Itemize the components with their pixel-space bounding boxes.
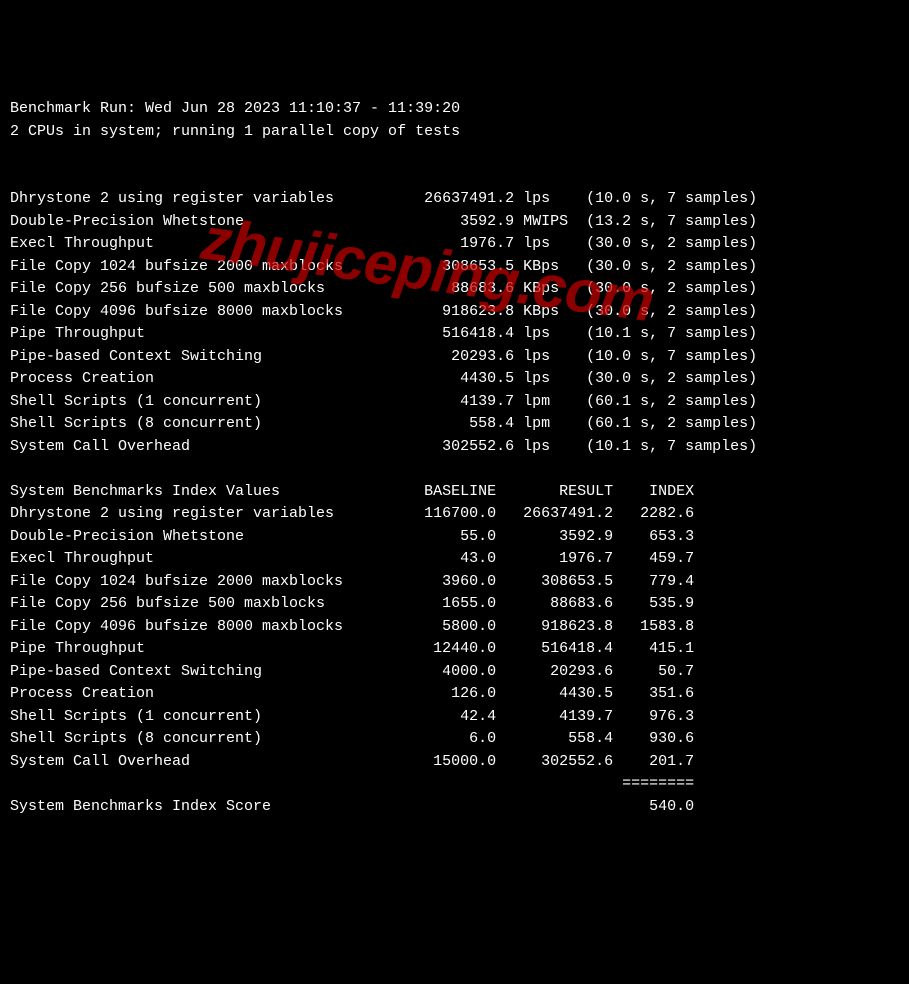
index-block: Dhrystone 2 using register variables 116… (10, 505, 694, 770)
terminal-output: Benchmark Run: Wed Jun 28 2023 11:10:37 … (10, 98, 899, 818)
results-block: Dhrystone 2 using register variables 266… (10, 190, 757, 455)
run-line: Benchmark Run: Wed Jun 28 2023 11:10:37 … (10, 100, 460, 117)
separator-row: ======== (10, 775, 694, 792)
cpu-line: 2 CPUs in system; running 1 parallel cop… (10, 123, 460, 140)
index-header-row: System Benchmarks Index Values BASELINE … (10, 483, 694, 500)
score-row: System Benchmarks Index Score 540.0 (10, 798, 694, 815)
